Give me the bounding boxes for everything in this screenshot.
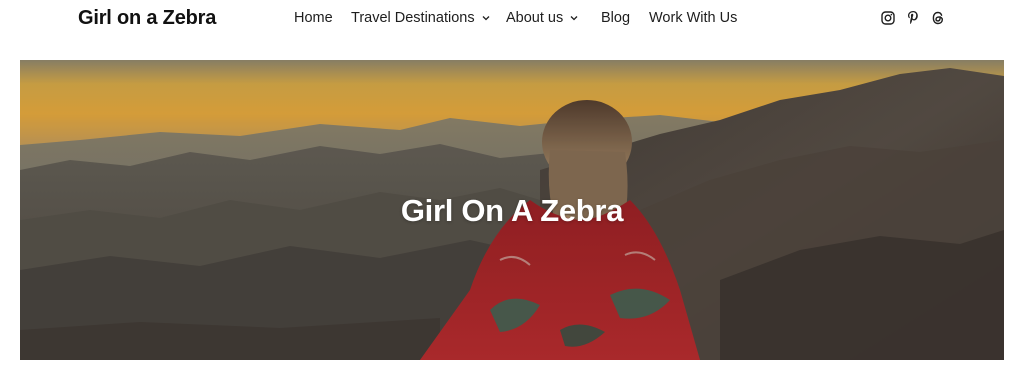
nav-travel-destinations-menu[interactable]: Travel Destinations xyxy=(351,10,491,26)
nav-travel-label: Travel Destinations xyxy=(351,10,475,26)
nav-home-label: Home xyxy=(294,10,333,26)
page: Girl on a Zebra Home Travel Destinations… xyxy=(0,0,1024,382)
nav-about-us-menu[interactable]: About us xyxy=(506,10,579,26)
chevron-down-icon xyxy=(482,16,490,21)
hero-banner: Girl On A Zebra xyxy=(20,60,1004,360)
instagram-icon[interactable] xyxy=(880,10,895,25)
site-header: Girl on a Zebra Home Travel Destinations… xyxy=(0,0,1024,38)
threads-icon[interactable] xyxy=(930,10,945,25)
pinterest-icon[interactable] xyxy=(905,10,920,25)
nav-blog-label: Blog xyxy=(601,10,631,26)
social-links xyxy=(880,10,945,25)
hero-title: Girl On A Zebra xyxy=(400,193,624,228)
nav-home-link[interactable]: Home xyxy=(294,10,333,26)
chevron-down-icon xyxy=(570,16,578,21)
nav-work-with-us-link[interactable]: Work With Us xyxy=(649,10,737,26)
nav-about-label: About us xyxy=(506,10,564,26)
nav-blog-link[interactable]: Blog xyxy=(601,10,630,26)
nav-work-label: Work With Us xyxy=(649,10,738,26)
site-title-link[interactable]: Girl on a Zebra xyxy=(78,7,216,30)
